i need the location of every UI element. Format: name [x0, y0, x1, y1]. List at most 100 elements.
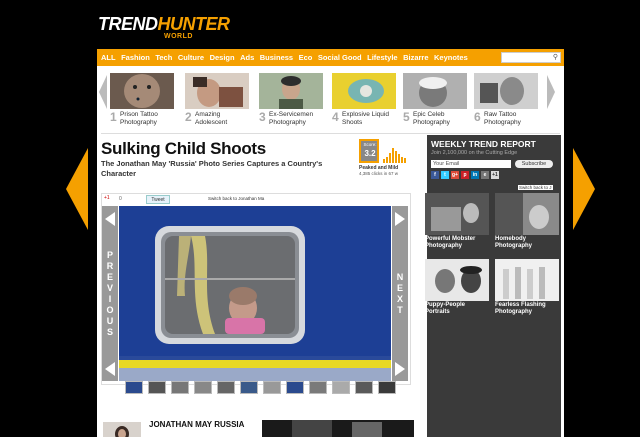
previous-letter: S — [106, 327, 113, 337]
gallery-thumb[interactable] — [378, 381, 396, 394]
sidebar-card[interactable]: Homebody Photography — [495, 193, 559, 251]
score-clicks: 4,385 clicks in 67 w — [359, 171, 399, 176]
nav-bizarre[interactable]: Bizarre — [403, 53, 428, 62]
weekly-report-subtitle: Join 2,100,000 on the Cutting Edge — [431, 150, 518, 156]
main-photo[interactable] — [119, 206, 391, 381]
trending-label: Prison Tattoo Photography — [120, 111, 158, 126]
subscribe-button[interactable]: Subscribe — [515, 160, 553, 168]
photo-gallery: +1 0 Tweet Switch back to Jonathan Ma P … — [101, 193, 411, 385]
trending-label: Amazing Adolescent — [195, 111, 228, 126]
sidebar-card[interactable]: Puppy-People Portraits — [425, 259, 489, 317]
card-label: Puppy-People Portraits — [425, 302, 466, 315]
trendhunter-logo[interactable]: TRENDHUNTER WORLD — [98, 14, 230, 40]
strip-prev-arrow-icon[interactable] — [99, 75, 107, 109]
trending-thumb — [259, 73, 323, 109]
nav-ads[interactable]: Ads — [240, 53, 254, 62]
logo-trend: TREND — [98, 14, 158, 34]
prev-page-arrow-icon[interactable] — [66, 148, 88, 230]
weekly-trend-sidebar: WEEKLY TREND REPORT Join 2,100,000 on th… — [425, 135, 561, 437]
gallery-thumb[interactable] — [171, 381, 189, 394]
trending-number: 4 — [332, 110, 339, 124]
nav-social-good[interactable]: Social Good — [318, 53, 362, 62]
nav-eco[interactable]: Eco — [299, 53, 313, 62]
switch-back-link[interactable]: Switch back to J — [518, 185, 553, 190]
bottom-photo-image — [262, 420, 414, 437]
nav-tech[interactable]: Tech — [155, 53, 172, 62]
divider — [101, 133, 560, 134]
nav-culture[interactable]: Culture — [178, 53, 204, 62]
author-avatar[interactable] — [103, 422, 141, 437]
previous-letter: U — [106, 316, 114, 326]
gallery-thumb[interactable] — [263, 381, 281, 394]
previous-letter: I — [108, 294, 112, 304]
sidebar-card[interactable]: Fearless Flashing Photography — [495, 259, 559, 317]
score-value: 3.2 — [364, 149, 376, 158]
gallery-thumb[interactable] — [286, 381, 304, 394]
gallery-thumb[interactable] — [217, 381, 235, 394]
score-widget: Score: 3.2 Peaked and Mild 4,385 clicks … — [359, 139, 411, 177]
nav-all[interactable]: ALL — [101, 53, 116, 62]
twitter-icon[interactable]: t — [441, 171, 449, 179]
chevron-left-icon — [105, 362, 115, 376]
trending-item[interactable]: 1 Prison Tattoo Photography — [110, 73, 174, 131]
author-name[interactable]: JONATHAN MAY RUSSIA — [149, 420, 244, 429]
plus-one-icon[interactable]: +1 — [491, 171, 499, 179]
previous-letter: E — [106, 272, 113, 282]
gallery-thumb[interactable] — [332, 381, 350, 394]
card-image — [425, 193, 489, 235]
nav-design[interactable]: Design — [210, 53, 235, 62]
nav-lifestyle[interactable]: Lifestyle — [367, 53, 397, 62]
trending-number: 6 — [474, 110, 481, 124]
score-box: Score: 3.2 — [359, 139, 379, 163]
google-plus-icon[interactable]: g+ — [451, 171, 459, 179]
trending-thumb — [110, 73, 174, 109]
trending-item[interactable]: 6 Raw Tattoo Photography — [474, 73, 538, 131]
previous-button[interactable]: P R E V I O U S — [102, 206, 118, 381]
gallery-thumb[interactable] — [148, 381, 166, 394]
score-bars-icon — [383, 148, 406, 163]
google-plus-button[interactable]: +1 — [104, 195, 110, 201]
next-page-arrow-icon[interactable] — [573, 148, 595, 230]
site-frame: ALL Fashion Tech Culture Design Ads Busi… — [97, 49, 564, 437]
sidebar-card[interactable]: Powerful Mobster Photography — [425, 193, 489, 251]
search-icon[interactable]: ⚲ — [553, 53, 558, 61]
facebook-icon[interactable]: f — [431, 171, 439, 179]
gallery-thumb[interactable] — [355, 381, 373, 394]
trending-label: Ex-Servicemen Photography — [269, 111, 314, 126]
trending-item[interactable]: 2 Amazing Adolescent — [185, 73, 249, 131]
trending-item[interactable]: 3 Ex-Servicemen Photography — [259, 73, 323, 131]
trending-number: 5 — [403, 110, 410, 124]
trending-number: 3 — [259, 110, 266, 124]
previous-letter: V — [106, 283, 113, 293]
chevron-up-icon — [105, 212, 115, 226]
linkedin-icon[interactable]: in — [471, 171, 479, 179]
page: TRENDHUNTER WORLD ALL Fashion Tech Cultu… — [0, 0, 640, 437]
article-subtitle: The Jonathan May 'Russia' Photo Series C… — [101, 159, 323, 178]
switch-back-link[interactable]: Switch back to Jonathan Ma — [208, 196, 268, 204]
trending-item[interactable]: 5 Epic Celeb Photography — [403, 73, 467, 131]
email-icon[interactable]: e — [481, 171, 489, 179]
nav-keynotes[interactable]: Keynotes — [434, 53, 468, 62]
email-field[interactable]: Your Email — [431, 160, 511, 168]
nav-fashion[interactable]: Fashion — [121, 53, 150, 62]
search-input[interactable]: ⚲ — [501, 52, 561, 63]
card-image — [425, 259, 489, 301]
next-letter: X — [396, 294, 403, 304]
article-title: Sulking Child Shoots — [101, 139, 266, 158]
google-plus-count: 0 — [119, 196, 122, 202]
card-image — [495, 193, 559, 235]
previous-letter: O — [106, 305, 114, 315]
nav-business[interactable]: Business — [260, 53, 293, 62]
bottom-photo[interactable] — [262, 420, 414, 437]
gallery-thumb[interactable] — [309, 381, 327, 394]
trending-item[interactable]: 4 Explosive Liquid Shoots — [332, 73, 396, 131]
logo-world: WORLD — [164, 33, 193, 40]
gallery-thumb[interactable] — [194, 381, 212, 394]
strip-next-arrow-icon[interactable] — [547, 75, 555, 109]
gallery-thumb[interactable] — [125, 381, 143, 394]
chevron-right-icon — [395, 362, 405, 376]
next-button[interactable]: N E X T — [392, 206, 408, 381]
gallery-thumb[interactable] — [240, 381, 258, 394]
pinterest-icon[interactable]: p — [461, 171, 469, 179]
tweet-button[interactable]: Tweet — [146, 195, 170, 204]
